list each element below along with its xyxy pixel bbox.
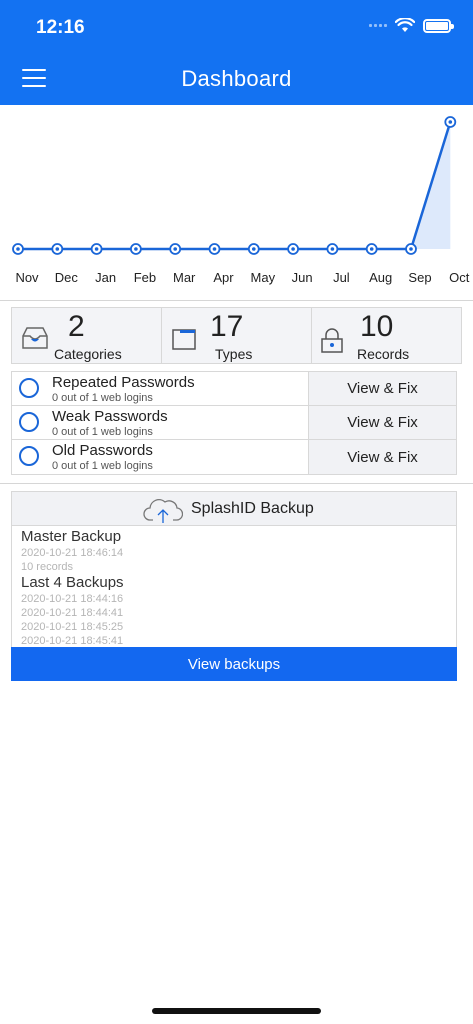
issue-weak-passwords: Weak Passwords 0 out of 1 web logins Vie…: [12, 406, 456, 440]
chart-point-center: [173, 247, 177, 251]
x-tick-label: Jan: [95, 270, 116, 285]
backup-panel: SplashID Backup Master Backup 2020-10-21…: [11, 491, 457, 681]
stat-value: 17: [210, 310, 244, 343]
password-issues: Repeated Passwords 0 out of 1 web logins…: [11, 371, 457, 475]
backup-details: Master Backup 2020-10-21 18:46:14 10 rec…: [21, 528, 124, 648]
issue-old-passwords: Old Passwords 0 out of 1 web logins View…: [12, 440, 456, 474]
stats-bar: 2 Categories 17 Types 10 Records: [11, 307, 462, 364]
recent-backup-date: 2020-10-21 18:44:16: [21, 593, 124, 605]
backup-title: SplashID Backup: [191, 500, 314, 517]
folder-icon: [172, 329, 196, 350]
status-time: 12:16: [36, 17, 85, 38]
chart-series-line: [18, 121, 452, 251]
chart-point-center: [16, 247, 20, 251]
master-backup-records: 10 records: [21, 561, 73, 573]
chart-point-center: [134, 247, 138, 251]
chart-point-center: [291, 247, 295, 251]
divider: [0, 483, 473, 484]
issue-subtitle: 0 out of 1 web logins: [52, 460, 153, 472]
chart-point-center: [330, 247, 335, 251]
recent-backup-date: 2020-10-21 18:44:41: [21, 607, 124, 619]
issue-subtitle: 0 out of 1 web logins: [52, 392, 153, 404]
recent-backup-date: 2020-10-21 18:45:41: [21, 635, 124, 647]
chart-point-center: [369, 247, 374, 251]
view-backups-button[interactable]: View backups: [11, 647, 457, 681]
status-circle-icon: [19, 446, 39, 466]
x-tick-label: May: [251, 270, 276, 285]
wifi-icon: [395, 18, 415, 32]
chart-area-fill: [18, 122, 451, 249]
stat-value: 10: [360, 310, 394, 343]
stat-label: Records: [357, 346, 410, 362]
divider: [0, 300, 473, 301]
app-header: 12:16 Dashboard: [0, 0, 473, 105]
page-title: Dashboard: [181, 66, 292, 91]
stat-records[interactable]: 10 Records: [312, 308, 461, 363]
issue-title: Old Passwords: [52, 442, 153, 459]
chart-point-center: [212, 247, 217, 251]
home-indicator: [152, 1008, 321, 1014]
status-circle-icon: [19, 412, 39, 432]
stat-value: 2: [68, 310, 85, 343]
chart-point-center: [409, 247, 413, 251]
activity-chart: Nov Dec Jan Feb Mar Apr May Jun Jul Aug Sep Oct: [0, 105, 473, 300]
status-icons: [369, 18, 454, 33]
x-tick-label: Dec: [55, 270, 79, 285]
x-tick-label: Aug: [369, 270, 392, 285]
stat-categories[interactable]: 2 Categories: [12, 308, 162, 363]
issue-info[interactable]: Repeated Passwords 0 out of 1 web logins: [12, 372, 309, 405]
chart-point-center: [94, 247, 99, 251]
issue-subtitle: 0 out of 1 web logins: [52, 426, 153, 438]
issue-repeated-passwords: Repeated Passwords 0 out of 1 web logins…: [12, 372, 456, 406]
lock-icon: [321, 328, 343, 353]
battery-icon: [423, 18, 454, 33]
issue-info[interactable]: Weak Passwords 0 out of 1 web logins: [12, 406, 309, 439]
stat-types[interactable]: 17 Types: [162, 308, 312, 363]
stat-label: Types: [215, 346, 253, 362]
x-tick-label: Jul: [333, 270, 350, 285]
recent-backups-label: Last 4 Backups: [21, 574, 124, 591]
chart-point-center: [448, 120, 453, 124]
issue-title: Weak Passwords: [52, 408, 168, 425]
tray-icon: [22, 327, 48, 349]
master-backup-label: Master Backup: [21, 528, 122, 545]
signal-icon: [369, 24, 387, 27]
issue-info[interactable]: Old Passwords 0 out of 1 web logins: [12, 440, 309, 474]
chart-point-center: [252, 247, 256, 251]
x-tick-label: Jun: [292, 270, 313, 285]
status-circle-icon: [19, 378, 39, 398]
recent-backup-date: 2020-10-21 18:45:25: [21, 621, 124, 633]
x-tick-label: Feb: [134, 270, 156, 285]
issue-title: Repeated Passwords: [52, 374, 195, 391]
x-tick-label: Apr: [213, 270, 234, 285]
chart-canvas: Nov Dec Jan Feb Mar Apr May Jun Jul Aug Sep Oct: [12, 116, 470, 285]
chart-point-center: [55, 247, 60, 251]
stat-label: Categories: [54, 346, 122, 362]
x-tick-label: Nov: [15, 270, 39, 285]
view-fix-button[interactable]: View & Fix: [309, 406, 456, 439]
view-fix-button[interactable]: View & Fix: [309, 440, 456, 474]
x-tick-label: Mar: [173, 270, 196, 285]
x-tick-label: Sep: [408, 270, 431, 285]
backup-header: SplashID Backup: [12, 492, 456, 526]
cloud-upload-icon: [143, 499, 183, 523]
view-fix-button[interactable]: View & Fix: [309, 372, 456, 405]
master-backup-date: 2020-10-21 18:46:14: [21, 547, 124, 559]
x-tick-label: Oct: [449, 270, 470, 285]
